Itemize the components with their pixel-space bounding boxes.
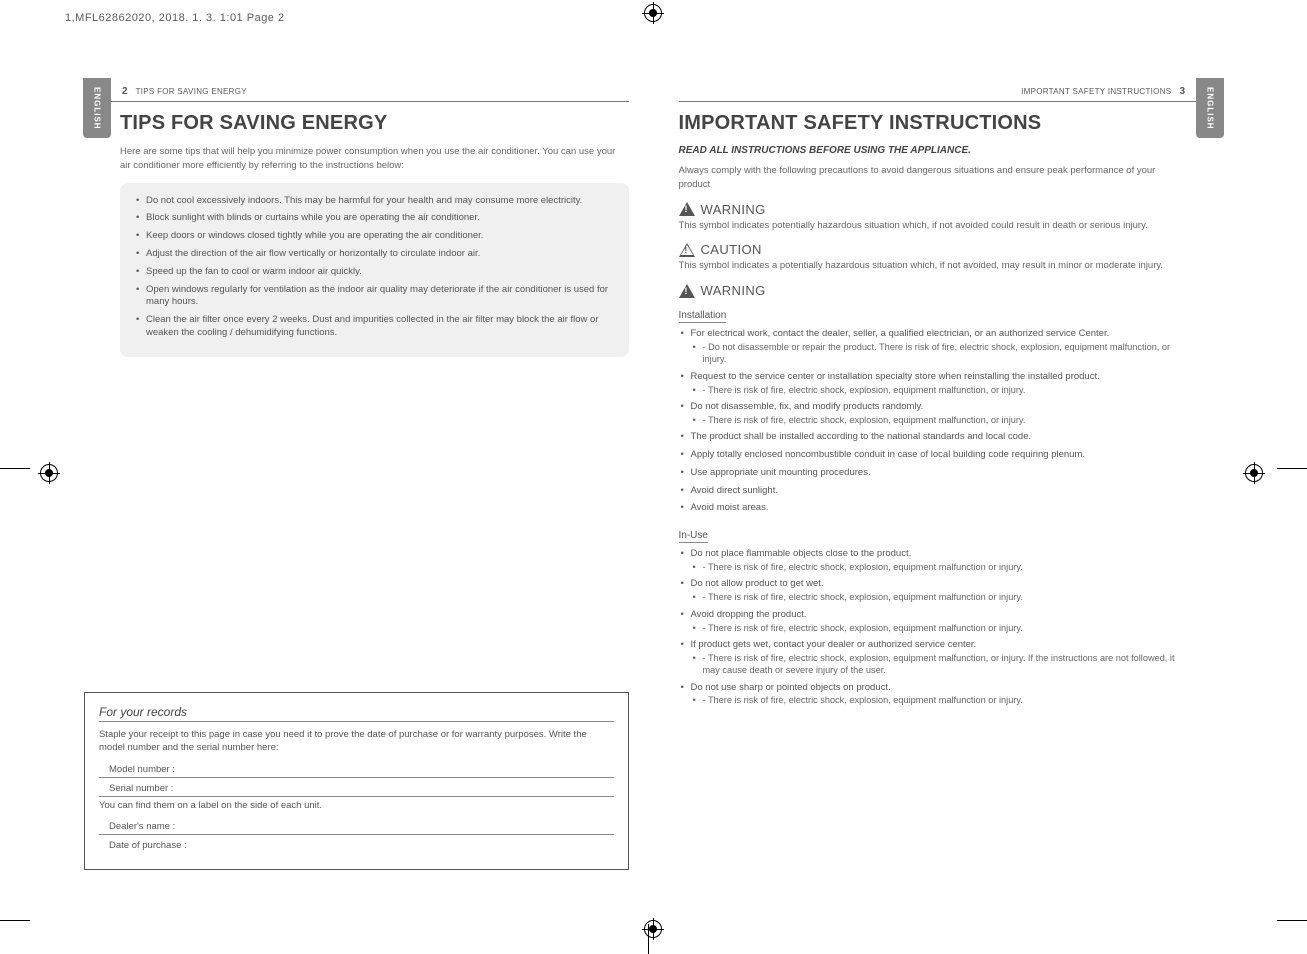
intro-text: Here are some tips that will help you mi…: [120, 145, 629, 173]
inuse-list: Do not place flammable objects close to …: [679, 548, 1188, 707]
language-tab: ENGLISH: [1196, 78, 1224, 138]
serial-number-field: Serial number :: [99, 780, 614, 797]
registration-mark-icon: [40, 464, 58, 482]
warning-heading: WARNING: [679, 202, 1188, 217]
crop-mark-icon: [648, 924, 649, 954]
list-item: Use appropriate unit mounting procedures…: [679, 467, 1188, 480]
tips-list: Do not cool excessively indoors. This ma…: [134, 195, 615, 340]
list-item: Avoid direct sunlight.: [679, 485, 1188, 498]
intro-text: Always comply with the following precaut…: [679, 164, 1188, 192]
warning-icon: [679, 284, 695, 298]
list-item: Do not cool excessively indoors. This ma…: [134, 195, 615, 208]
model-number-field: Model number :: [99, 761, 614, 778]
inuse-heading: In-Use: [679, 530, 708, 543]
list-sub-item: - There is risk of fire, electric shock,…: [691, 384, 1188, 396]
list-item: The product shall be installed according…: [679, 431, 1188, 444]
warning-label: WARNING: [701, 202, 766, 217]
page-right: ENGLISH IMPORTANT SAFETY INSTRUCTIONS 3 …: [679, 84, 1224, 870]
caution-heading: CAUTION: [679, 242, 1188, 257]
crop-mark-icon: [0, 468, 30, 469]
list-sub-item: - Do not disassemble or repair the produ…: [691, 341, 1188, 366]
page-number: 3: [1179, 86, 1185, 97]
list-item: Do not use sharp or pointed objects on p…: [679, 682, 1188, 707]
page-title: TIPS FOR SAVING ENERGY: [120, 112, 629, 135]
list-item: Open windows regularly for ventilation a…: [134, 284, 615, 310]
list-item: Do not disassemble, fix, and modify prod…: [679, 401, 1188, 426]
records-title: For your records: [99, 705, 614, 722]
page-left: ENGLISH 2 TIPS FOR SAVING ENERGY TIPS FO…: [84, 84, 629, 870]
purchase-date-field: Date of purchase :: [99, 837, 614, 853]
running-header: IMPORTANT SAFETY INSTRUCTIONS 3: [679, 84, 1224, 102]
records-note: You can find them on a label on the side…: [99, 799, 614, 812]
running-title: IMPORTANT SAFETY INSTRUCTIONS: [1021, 87, 1171, 96]
list-item: Avoid dropping the product. - There is r…: [679, 609, 1188, 634]
list-item: Avoid moist areas.: [679, 502, 1188, 515]
language-tab: ENGLISH: [83, 78, 111, 138]
caution-icon: [679, 243, 695, 257]
list-item: If product gets wet, contact your dealer…: [679, 639, 1188, 677]
caution-label: CAUTION: [701, 242, 762, 257]
list-sub-item: - There is risk of fire, electric shock,…: [691, 591, 1188, 603]
list-item: Do not place flammable objects close to …: [679, 548, 1188, 573]
dealer-name-field: Dealer's name :: [99, 818, 614, 835]
registration-mark-icon: [1245, 464, 1263, 482]
installation-heading: Installation: [679, 310, 727, 323]
list-item: Apply totally enclosed noncombustible co…: [679, 449, 1188, 462]
records-desc: Staple your receipt to this page in case…: [99, 728, 614, 755]
list-item: Block sunlight with blinds or curtains w…: [134, 212, 615, 225]
warning-heading: WARNING: [679, 283, 1188, 298]
running-title: TIPS FOR SAVING ENERGY: [136, 87, 247, 96]
running-header: 2 TIPS FOR SAVING ENERGY: [84, 84, 629, 102]
warning-label: WARNING: [701, 283, 766, 298]
caution-desc: This symbol indicates a potentially haza…: [679, 259, 1188, 273]
list-item: Adjust the direction of the air flow ver…: [134, 248, 615, 261]
registration-mark-icon: [644, 4, 662, 22]
tips-box: Do not cool excessively indoors. This ma…: [120, 183, 629, 357]
list-sub-item: - There is risk of fire, electric shock,…: [691, 622, 1188, 634]
registration-mark-icon: [644, 920, 662, 938]
installation-list: For electrical work, contact the dealer,…: [679, 328, 1188, 515]
page-number: 2: [122, 86, 128, 97]
list-sub-item: - There is risk of fire, electric shock,…: [691, 694, 1188, 706]
records-box: For your records Staple your receipt to …: [84, 692, 629, 870]
list-item: Clean the air filter once every 2 weeks.…: [134, 314, 615, 340]
list-sub-item: - There is risk of fire, electric shock,…: [691, 561, 1188, 573]
list-item: Keep doors or windows closed tightly whi…: [134, 230, 615, 243]
crop-mark-icon: [0, 920, 30, 921]
warning-icon: [679, 202, 695, 216]
list-item: Do not allow product to get wet. - There…: [679, 578, 1188, 603]
print-header: 1,MFL62862020, 2018. 1. 3. 1:01 Page 2: [65, 12, 285, 24]
subtitle: READ ALL INSTRUCTIONS BEFORE USING THE A…: [679, 145, 1188, 156]
crop-mark-icon: [1277, 468, 1307, 469]
crop-mark-icon: [1277, 920, 1307, 921]
page-title: IMPORTANT SAFETY INSTRUCTIONS: [679, 112, 1188, 135]
list-item: Speed up the fan to cool or warm indoor …: [134, 266, 615, 279]
list-item: Request to the service center or install…: [679, 371, 1188, 396]
list-sub-item: - There is risk of fire, electric shock,…: [691, 652, 1188, 677]
warning-desc: This symbol indicates potentially hazard…: [679, 219, 1188, 233]
list-item: For electrical work, contact the dealer,…: [679, 328, 1188, 366]
list-sub-item: - There is risk of fire, electric shock,…: [691, 414, 1188, 426]
